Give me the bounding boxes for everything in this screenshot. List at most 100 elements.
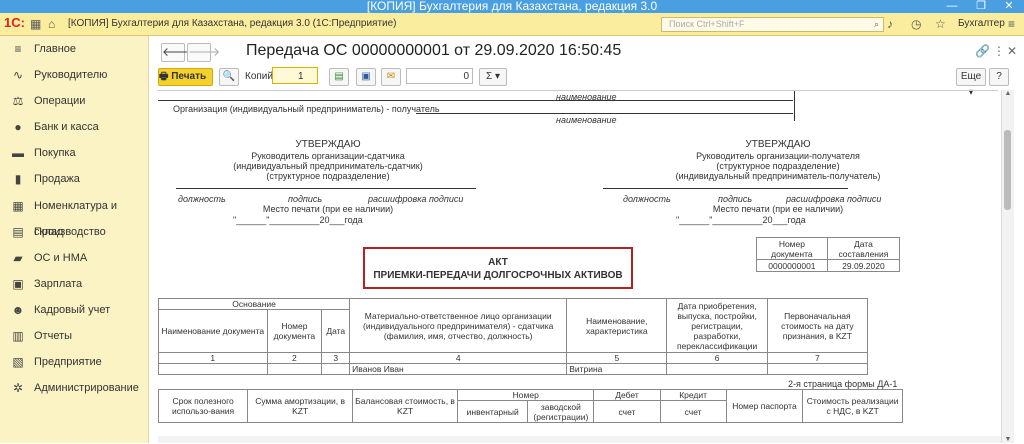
doc-number-header: Номер документа: [756, 237, 828, 260]
debet-header: Дебет: [593, 389, 661, 401]
date-left: "______"__________20___года: [233, 215, 363, 225]
doc-number-value: 0000000001: [756, 259, 828, 272]
inv-header: инвентарный: [457, 400, 529, 423]
credit-header: Кредит: [659, 389, 727, 401]
scales-icon: ⚖: [12, 94, 24, 109]
people-icon: ☻: [11, 302, 25, 317]
close-icon[interactable]: ✕: [1007, 44, 1017, 58]
copies-input[interactable]: 1: [272, 67, 318, 84]
sidebar: ≡ Главное ∿ Руководителю ⚖ Операции ● Банк и…: [0, 36, 149, 443]
sidebar-item-rukovoditelyu[interactable]: ∿ Руководителю: [0, 62, 148, 88]
osnovanie-header: Основание: [158, 298, 351, 310]
preview-button[interactable]: 🔍: [219, 68, 239, 86]
col-num: 6: [666, 352, 768, 364]
back-button[interactable]: 🡐: [161, 43, 194, 62]
underline: [416, 113, 793, 114]
printer-icon: 🖶: [159, 71, 169, 82]
underline: [176, 188, 476, 189]
number-field[interactable]: 0: [406, 68, 473, 84]
sidebar-item-os-nma[interactable]: ▰ ОС и НМА: [0, 245, 148, 271]
sig-label-rasshifrovka: расшифровка подписи: [368, 194, 464, 204]
edit-button[interactable]: ▤: [329, 68, 349, 86]
assets-table-2: Срок полезного использо-вания Сумма амор…: [158, 389, 903, 423]
scroll-down-icon[interactable]: ▼: [1002, 436, 1014, 443]
col-num: 5: [566, 352, 668, 364]
naimenovanie-caption-2: наименование: [556, 115, 617, 125]
doc-number-table: Номер документа Дата составления 00000000…: [756, 237, 901, 272]
maximize-button[interactable]: ❐: [966, 0, 996, 13]
more-button[interactable]: Еще ▾: [956, 68, 986, 98]
nomer-header: Номер: [457, 389, 595, 401]
mol-header: Материально-ответственное лицо организац…: [349, 298, 568, 353]
horizontal-scrollbar[interactable]: [158, 436, 1001, 443]
more-vert-icon[interactable]: ⋮: [993, 44, 1005, 58]
coin-icon: ●: [14, 120, 22, 135]
sidebar-item-admin[interactable]: ✲ Администрирование: [0, 375, 148, 401]
sidebar-item-predpriyatie[interactable]: ▧ Предприятие: [0, 349, 148, 375]
home-icon[interactable]: ⌂: [48, 17, 55, 31]
help-button[interactable]: ?: [989, 68, 1009, 86]
sidebar-item-bank[interactable]: ● Банк и касса: [0, 114, 148, 140]
left-line2: (индивидуальный предприниматель-сдатчик): [233, 161, 423, 171]
send-email-button[interactable]: ✉: [381, 68, 401, 86]
sidebar-item-nomenklatura[interactable]: ▦ Номенклатура и склад: [0, 193, 148, 238]
char-header: Наименование, характеристика: [566, 298, 668, 353]
search-input[interactable]: Поиск Ctrl+Shift+F ⌕: [661, 17, 884, 32]
save-button[interactable]: ▣: [356, 68, 376, 86]
date-header: Дата: [321, 309, 351, 353]
doc-num-header: Номер документа: [266, 309, 323, 353]
factory-icon: ▤: [12, 224, 24, 239]
window-titlebar: [КОПИЯ] Бухгалтерия для Казахстана, реда…: [0, 0, 1024, 13]
minimize-button[interactable]: —: [937, 0, 967, 13]
chart-icon: ∿: [12, 68, 24, 83]
bal-header: Балансовая стоимость, в KZT: [352, 389, 459, 423]
cost-vat-header: Стоимость реализации с НДС, в KZT: [802, 389, 903, 423]
history-icon[interactable]: ◷: [911, 17, 921, 31]
app-header: 1С: ▦ ⌂ [КОПИЯ] Бухгалтерия для Казахста…: [0, 13, 1024, 36]
org-receiver-label: Организация (индивидуальный предпринимат…: [173, 104, 440, 114]
scroll-up-icon[interactable]: ▲: [1002, 90, 1014, 97]
vertical-scrollbar[interactable]: ▲ ▼: [1001, 90, 1014, 443]
sidebar-item-otchety[interactable]: ▥ Отчеты: [0, 323, 148, 349]
sum-button[interactable]: Σ ▾: [479, 68, 507, 86]
link-icon[interactable]: 🔗: [975, 44, 990, 58]
sidebar-item-kadrovyi[interactable]: ☻ Кадровый учет: [0, 297, 148, 323]
left-line3: (структурное подразделение): [266, 171, 390, 181]
user-name[interactable]: Бухгалтер: [958, 18, 1005, 29]
act-subtitle: ПРИЕМКИ-ПЕРЕДАЧИ ДОЛГОСРОЧНЫХ АКТИВОВ: [373, 270, 623, 281]
col-num: 7: [766, 352, 869, 364]
print-button[interactable]: 🖶 Печать: [158, 68, 213, 86]
sidebar-item-glavnoe[interactable]: ≡ Главное: [0, 36, 148, 62]
underline: [603, 188, 848, 189]
building-icon: ▧: [12, 355, 24, 370]
right-line2: (структурное подразделение): [716, 161, 840, 171]
sidebar-item-proizvodstvo[interactable]: ▤ Производство: [0, 219, 148, 245]
report-icon: ▥: [12, 329, 24, 344]
search-icon[interactable]: ⌕: [874, 18, 879, 31]
window-title: [КОПИЯ] Бухгалтерия для Казахстана, реда…: [366, 0, 658, 13]
sidebar-item-operacii[interactable]: ⚖ Операции: [0, 88, 148, 114]
doc-name-header: Наименование документа: [158, 309, 268, 353]
menu-icon[interactable]: ≡: [1008, 17, 1015, 31]
act-title-box: АКТ ПРИЕМКИ-ПЕРЕДАЧИ ДОЛГОСРОЧНЫХ АКТИВО…: [363, 247, 633, 289]
approve-right: УТВЕРЖДАЮ: [745, 139, 811, 150]
scroll-thumb[interactable]: [1004, 130, 1011, 210]
star-icon[interactable]: ☆: [935, 17, 946, 31]
col-num: 2: [266, 352, 323, 364]
mol-value: Иванов Иван: [349, 363, 568, 375]
sidebar-item-pokupka[interactable]: ▬ Покупка: [0, 140, 148, 166]
bell-icon[interactable]: ♪: [887, 17, 893, 31]
schet-header: счет: [659, 400, 727, 423]
sidebar-item-prodazha[interactable]: ▮ Продажа: [0, 166, 148, 192]
sig-label-dolzhnost-r: должность: [623, 194, 671, 204]
doc-date-value: 29.09.2020: [826, 259, 901, 272]
sidebar-item-zarplata[interactable]: ▣ Зарплата: [0, 271, 148, 297]
passport-header: Номер паспорта: [725, 389, 804, 423]
warehouse-icon: ▦: [12, 198, 24, 213]
grid-icon[interactable]: ▦: [30, 17, 41, 31]
close-button[interactable]: ✕: [994, 0, 1024, 13]
schet-header: счет: [593, 400, 661, 423]
forward-button[interactable]: 🡒: [187, 43, 220, 62]
sig-label-podpis-r: подпись: [718, 194, 753, 204]
preview-icon: 🔍: [222, 71, 236, 82]
